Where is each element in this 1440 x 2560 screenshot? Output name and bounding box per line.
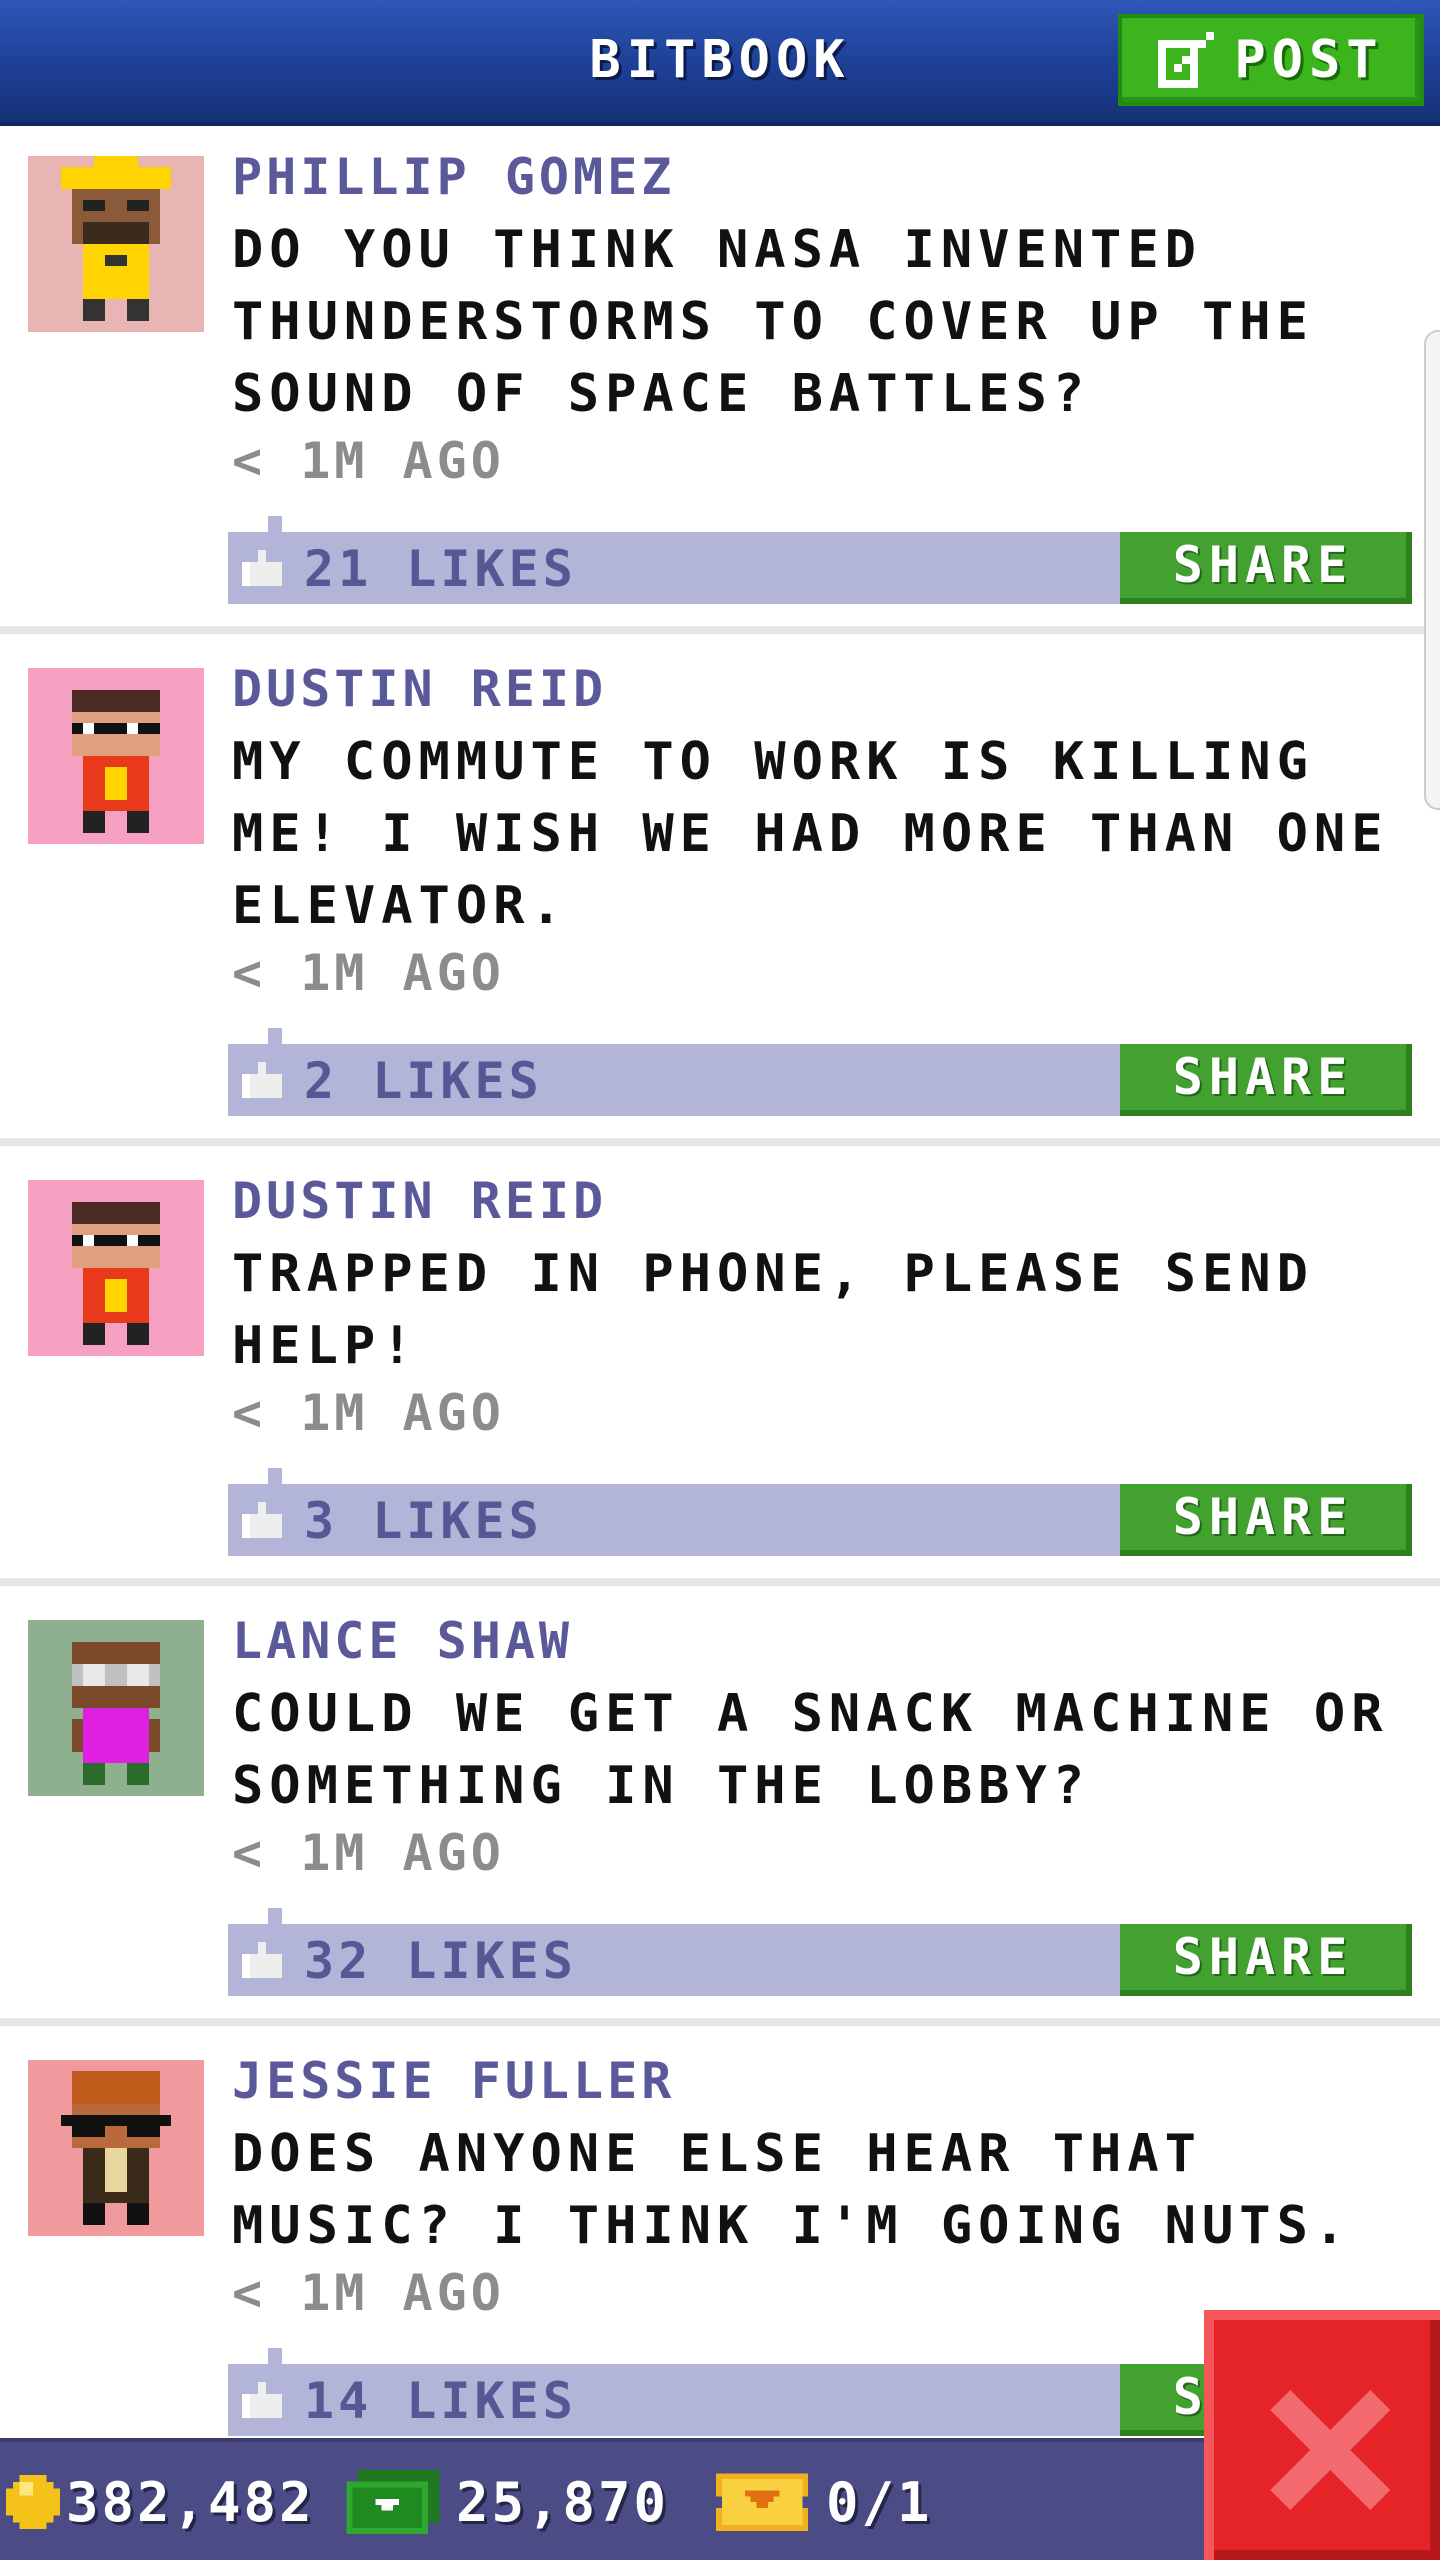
- avatar-dustin-image: [28, 1180, 204, 1356]
- avatar-phillip-image: [28, 156, 204, 332]
- post-time: < 1M AGO: [232, 432, 505, 490]
- likes-bar-notch: [268, 1028, 282, 1044]
- close-icon: [1270, 2390, 1390, 2510]
- avatar-lance-image: [28, 1620, 204, 1796]
- thumb-up-icon: [242, 1942, 282, 1978]
- avatar-jessie-image: [28, 2060, 204, 2236]
- avatar: [28, 156, 204, 332]
- scrollbar[interactable]: [1424, 330, 1440, 810]
- likes-count: 21 LIKES: [304, 540, 577, 598]
- share-button[interactable]: SHARE: [1120, 532, 1412, 604]
- likes-bar[interactable]: 21 LIKES SHARE: [228, 516, 1412, 604]
- edit-icon: [1158, 32, 1215, 88]
- post-button[interactable]: POST: [1118, 14, 1424, 106]
- post-divider: [0, 626, 1440, 634]
- likes-bar[interactable]: 2 LIKES SHARE: [228, 1028, 1412, 1116]
- likes-bar-notch: [268, 1908, 282, 1924]
- avatar-dustin-image: [28, 668, 204, 844]
- likes-count: 2 LIKES: [304, 1052, 543, 1110]
- post-time: < 1M AGO: [232, 2264, 505, 2322]
- post-message: TRAPPED IN PHONE, PLEASE SEND HELP!: [232, 1244, 1314, 1376]
- avatar: [28, 668, 204, 844]
- share-button[interactable]: SHARE: [1120, 1924, 1412, 1996]
- post-author[interactable]: DUSTIN REID: [232, 1172, 607, 1230]
- post-message: MY COMMUTE TO WORK IS KILLING ME! I WISH…: [232, 732, 1389, 936]
- coins-value: 382,482: [66, 2470, 315, 2534]
- coin-icon: [6, 2475, 60, 2529]
- ticket-icon: [716, 2473, 808, 2531]
- post-time: < 1M AGO: [232, 1824, 505, 1882]
- avatar: [28, 2060, 204, 2236]
- thumb-up-icon: [242, 1502, 282, 1538]
- tickets-stat: 0/1: [716, 2470, 933, 2534]
- thumb-up-icon: [242, 550, 282, 586]
- thumb-up-icon: [242, 1062, 282, 1098]
- likes-count: 3 LIKES: [304, 1492, 543, 1550]
- close-button[interactable]: [1204, 2310, 1440, 2560]
- share-button[interactable]: SHARE: [1120, 1484, 1412, 1556]
- post-author[interactable]: PHILLIP GOMEZ: [232, 148, 675, 206]
- post-time: < 1M AGO: [232, 944, 505, 1002]
- bux-value: 25,870: [456, 2470, 670, 2534]
- post-message: DO YOU THINK NASA INVENTED THUNDERSTORMS…: [232, 220, 1314, 424]
- app-header: BITBOOK POST: [0, 0, 1440, 126]
- post-button-label: POST: [1234, 30, 1384, 90]
- avatar: [28, 1620, 204, 1796]
- thumb-up-icon: [242, 2382, 282, 2418]
- post-time: < 1M AGO: [232, 1384, 505, 1442]
- post-message: DOES ANYONE ELSE HEAR THAT MUSIC? I THIN…: [232, 2124, 1352, 2256]
- avatar: [28, 1180, 204, 1356]
- post-message: COULD WE GET A SNACK MACHINE OR SOMETHIN…: [232, 1684, 1389, 1816]
- post-author[interactable]: JESSIE FULLER: [232, 2052, 675, 2110]
- cash-icon: [346, 2470, 440, 2534]
- bitbook-screen: BITBOOK POST PHILLIP GOMEZ DO YOU THINK …: [0, 0, 1440, 2560]
- likes-bar-notch: [268, 516, 282, 532]
- post-divider: [0, 2018, 1440, 2026]
- bux-stat: 25,870: [346, 2466, 669, 2538]
- likes-bar[interactable]: 3 LIKES SHARE: [228, 1468, 1412, 1556]
- post-author[interactable]: LANCE SHAW: [232, 1612, 573, 1670]
- likes-count: 32 LIKES: [304, 1932, 577, 1990]
- likes-bar[interactable]: 32 LIKES SHARE: [228, 1908, 1412, 1996]
- tickets-value: 0/1: [826, 2470, 933, 2534]
- share-button[interactable]: SHARE: [1120, 1044, 1412, 1116]
- post-divider: [0, 1138, 1440, 1146]
- likes-count: 14 LIKES: [304, 2372, 577, 2430]
- post-divider: [0, 1578, 1440, 1586]
- likes-bar-notch: [268, 1468, 282, 1484]
- coins-stat: 382,482: [6, 2470, 315, 2534]
- post-author[interactable]: DUSTIN REID: [232, 660, 607, 718]
- likes-bar-notch: [268, 2348, 282, 2364]
